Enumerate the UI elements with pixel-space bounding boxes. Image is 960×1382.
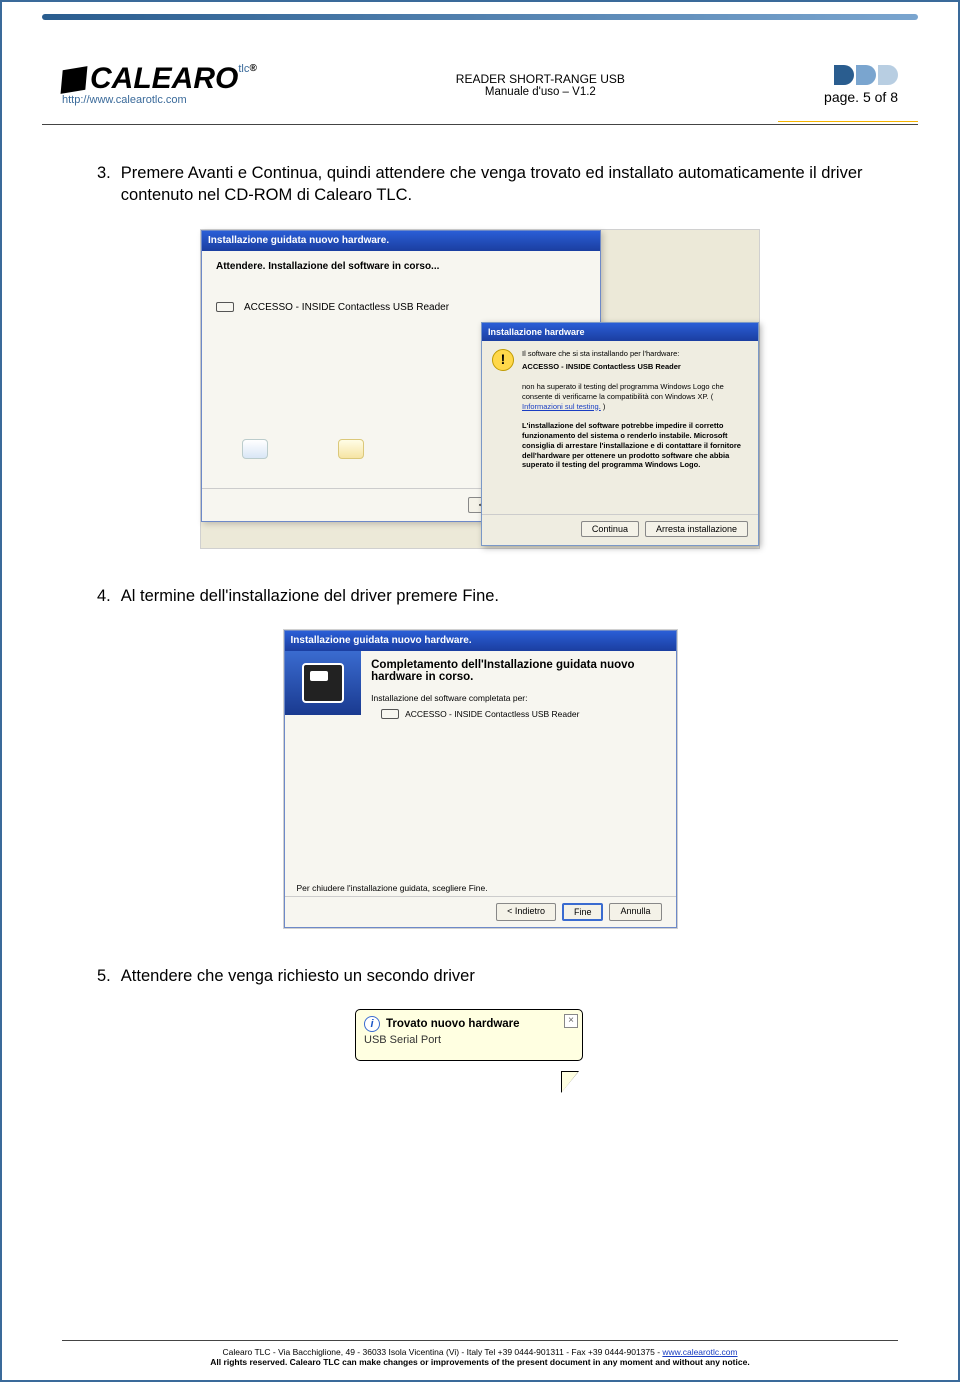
header-right: page. 5 of 8 [824,65,898,105]
warning-bold: L'installazione del software potrebbe im… [522,421,748,470]
wizard-wait-text: Attendere. Installazione del software in… [216,261,586,272]
logo: CALEAROtlc® [62,64,257,94]
footer-line1: Calearo TLC - Via Bacchiglione, 49 - 360… [62,1347,898,1358]
warning-device: ACCESSO - INSIDE Contactless USB Reader [522,362,681,372]
usb-icon [216,302,234,312]
top-decorative-bar [42,14,918,20]
step-5: 5. Attendere che venga richiesto un seco… [97,965,863,987]
warning-line1: Il software che si sta installando per l… [522,349,748,359]
testing-info-link[interactable]: Informazioni sul testing. [522,402,601,411]
balloon-tail [561,1071,579,1093]
footer-line2: All rights reserved. Calearo TLC can mak… [210,1357,749,1367]
step-number: 3. [97,162,111,207]
usb-icon [381,709,399,719]
completion-left-graphic [285,651,362,715]
logo-tlc: tlc [238,63,249,75]
shape-icon [834,65,854,85]
header-center: READER SHORT-RANGE USB Manuale d'uso – V… [456,72,625,98]
shape-icon [878,65,898,85]
warning-para2: non ha superato il testing del programma… [522,382,748,411]
back-button[interactable]: < Indietro [496,903,556,921]
step-text: Attendere che venga richiesto un secondo… [121,965,475,987]
warning-titlebar: Installazione hardware [482,323,758,341]
wizard-device-name: ACCESSO - INSIDE Contactless USB Reader [244,302,449,313]
info-icon: i [364,1016,380,1032]
page-content: 3. Premere Avanti e Continua, quindi att… [97,162,863,1131]
doc-title: READER SHORT-RANGE USB [456,72,625,86]
completion-title: Completamento dell'Installazione guidata… [371,659,665,683]
completion-titlebar: Installazione guidata nuovo hardware. [285,631,676,651]
figure-install-complete: Installazione guidata nuovo hardware. Co… [283,629,678,929]
completion-device-row: ACCESSO - INSIDE Contactless USB Reader [381,709,665,719]
doc-subtitle: Manuale d'uso – V1.2 [456,86,625,98]
page-footer: Calearo TLC - Via Bacchiglione, 49 - 360… [62,1336,898,1368]
figure-install-wizard-and-warning: Installazione guidata nuovo hardware. At… [200,229,760,549]
wizard-device-row: ACCESSO - INSIDE Contactless USB Reader [216,302,586,313]
wizard-body: Attendere. Installazione del software in… [202,251,600,323]
balloon-sub: USB Serial Port [364,1034,574,1046]
logo-icon [61,66,88,94]
hardware-icon [302,663,344,703]
balloon-title-row: i Trovato nuovo hardware [364,1016,574,1032]
step-text: Al termine dell'installazione del driver… [121,585,499,607]
step-3: 3. Premere Avanti e Continua, quindi att… [97,162,863,207]
header-url: http://www.calearotlc.com [62,94,257,106]
completion-window: Installazione guidata nuovo hardware. Co… [284,630,677,928]
figure-balloon-notification: × i Trovato nuovo hardware USB Serial Po… [355,1009,605,1095]
completion-note: Per chiudere l'installazione guidata, sc… [297,883,488,893]
page-number: page. 5 of 8 [824,89,898,105]
completion-top: Completamento dell'Installazione guidata… [285,651,676,727]
header-rule [42,124,918,125]
arresta-button[interactable]: Arresta installazione [645,521,748,537]
balloon-title: Trovato nuovo hardware [386,1018,520,1030]
completion-right: Completamento dell'Installazione guidata… [361,651,675,727]
step-4: 4. Al termine dell'installazione del dri… [97,585,863,607]
annulla-button[interactable]: Annulla [609,903,661,921]
step-number: 5. [97,965,111,987]
warning-button-row: Continua Arresta installazione [482,514,758,537]
footer-link[interactable]: www.calearotlc.com [662,1347,737,1357]
header-left: CALEAROtlc® http://www.calearotlc.com [62,64,257,106]
warning-icon: ! [492,349,514,371]
fine-button[interactable]: Fine [562,903,604,921]
brand-shapes [824,65,898,85]
completion-button-row: < Indietro Fine Annulla [285,896,676,921]
warning-dialog: Installazione hardware ! Il software che… [481,322,759,546]
step-text: Premere Avanti e Continua, quindi attend… [121,162,863,207]
page-header: CALEAROtlc® http://www.calearotlc.com RE… [62,50,898,120]
warning-row: ! Il software che si sta installando per… [492,349,748,471]
step-number: 4. [97,585,111,607]
wizard-transfer-icons [242,439,364,459]
close-icon[interactable]: × [564,1014,578,1028]
completion-sub: Installazione del software completata pe… [371,693,665,703]
disk-icon [242,439,268,459]
balloon: × i Trovato nuovo hardware USB Serial Po… [355,1009,583,1061]
logo-text: CALEARO [90,62,238,95]
completion-device: ACCESSO - INSIDE Contactless USB Reader [405,709,579,719]
folder-icon [338,439,364,459]
wizard-titlebar: Installazione guidata nuovo hardware. [202,231,600,251]
warning-text: Il software che si sta installando per l… [522,349,748,471]
shape-icon [856,65,876,85]
continua-button[interactable]: Continua [581,521,639,537]
warning-body: ! Il software che si sta installando per… [482,341,758,479]
